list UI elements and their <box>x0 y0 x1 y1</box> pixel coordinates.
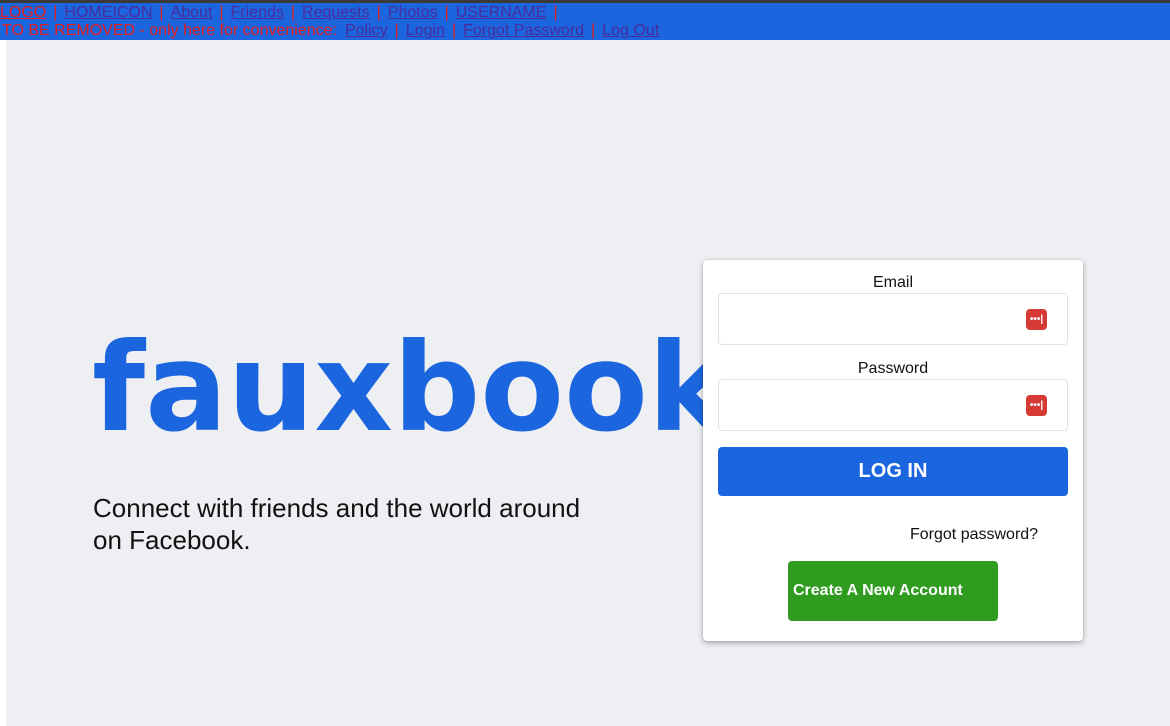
nav-dev-links: TO BE REMOVED - only here for convenienc… <box>0 22 659 40</box>
nav-link-friends[interactable]: Friends <box>231 4 284 21</box>
password-label: Password <box>857 360 929 377</box>
nav-separator: | <box>451 22 457 39</box>
nav-separator: | <box>444 4 449 21</box>
nav-link-forgot-password[interactable]: Forgot Password <box>463 22 584 39</box>
nav-separator: | <box>553 4 558 21</box>
email-field-wrapper: •••| <box>718 293 1068 345</box>
nav-separator: | <box>159 4 164 21</box>
password-manager-icon[interactable]: •••| <box>1026 309 1047 330</box>
nav-link-login[interactable]: Login <box>406 22 445 39</box>
nav-separator: | <box>219 4 224 21</box>
email-label: Email <box>872 274 913 291</box>
nav-separator: | <box>394 22 399 39</box>
nav-link-requests[interactable]: Requests <box>302 4 370 21</box>
create-account-button[interactable]: Create A New Account <box>788 561 998 621</box>
nav-link-username[interactable]: USERNAME <box>456 4 547 21</box>
nav-separator: | <box>376 4 381 21</box>
nav-link-log-out[interactable]: Log Out <box>602 22 659 39</box>
dev-notice: TO BE REMOVED - only here for convenienc… <box>2 22 337 39</box>
brand-tagline: Connect with friends and the world aroun… <box>93 493 581 555</box>
email-field[interactable] <box>729 295 1023 345</box>
nav-link-logo[interactable]: LOGO <box>0 4 46 21</box>
login-card: Email •••| Password •••| LOG IN Forgot p… <box>703 260 1083 641</box>
brand-logo-text: fauxbook <box>92 317 730 459</box>
nav-link-policy[interactable]: Policy <box>345 22 388 39</box>
login-button[interactable]: LOG IN <box>718 447 1068 496</box>
top-nav-bar: LOGO | HOMEICON | About | Friends | Requests | Pho… <box>0 3 1170 40</box>
forgot-password-link[interactable]: Forgot password? <box>910 526 1038 544</box>
password-field[interactable] <box>729 381 1023 431</box>
password-manager-icon[interactable]: •••| <box>1026 395 1047 416</box>
password-field-wrapper: •••| <box>718 379 1068 431</box>
nav-separator: | <box>53 4 58 21</box>
nav-separator: | <box>290 4 296 21</box>
nav-separator: | <box>591 22 596 39</box>
nav-link-about[interactable]: About <box>171 4 213 21</box>
nav-primary-links: LOGO | HOMEICON | About | Friends | Requests | Pho… <box>0 4 565 22</box>
nav-link-homeicon[interactable]: HOMEICON <box>64 4 152 21</box>
nav-link-photos[interactable]: Photos <box>388 4 438 21</box>
